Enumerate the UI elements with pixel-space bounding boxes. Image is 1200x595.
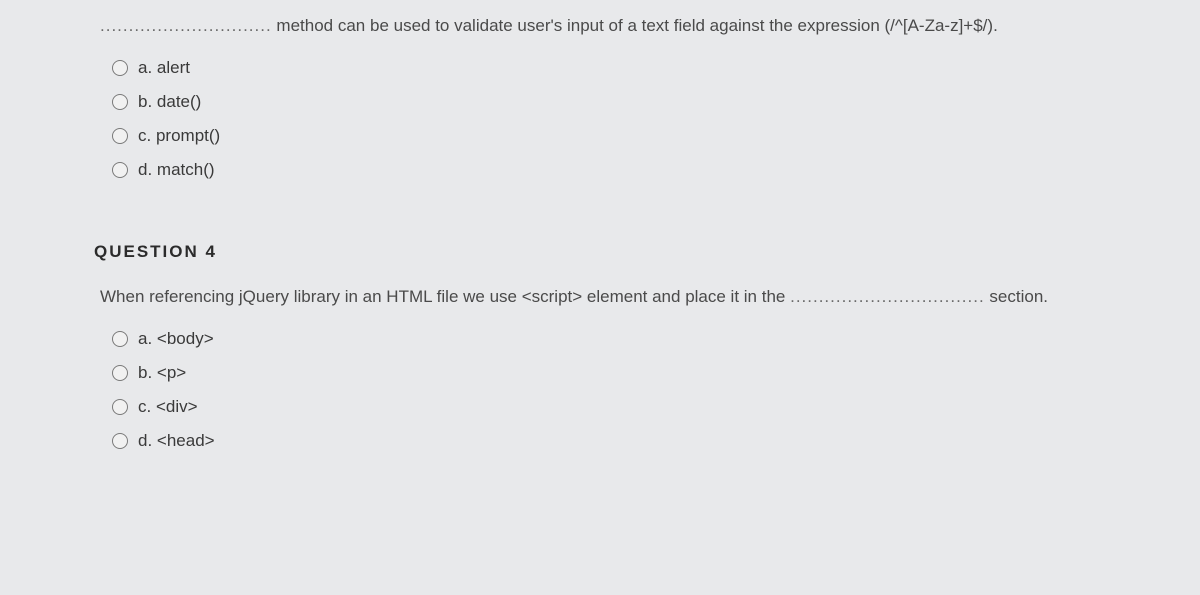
- option-label: b. <p>: [138, 363, 186, 383]
- question-4-options: a. <body> b. <p> c. <div> d. <head>: [112, 329, 1140, 451]
- option-label: a. <body>: [138, 329, 214, 349]
- question-4-prompt: When referencing jQuery library in an HT…: [100, 284, 1140, 310]
- option-label: c. prompt(): [138, 126, 220, 146]
- radio-icon: [112, 162, 128, 178]
- radio-icon: [112, 331, 128, 347]
- prompt-text: method can be used to validate user's in…: [272, 16, 998, 35]
- option-d[interactable]: d. match(): [112, 160, 1140, 180]
- option-a[interactable]: a. alert: [112, 58, 1140, 78]
- option-label: d. match(): [138, 160, 215, 180]
- blank-dots: ..............................: [100, 16, 272, 35]
- option-a[interactable]: a. <body>: [112, 329, 1140, 349]
- question-4-heading: QUESTION 4: [94, 242, 1140, 262]
- question-3-options: a. alert b. date() c. prompt() d. match(…: [112, 58, 1140, 180]
- option-c[interactable]: c. prompt(): [112, 126, 1140, 146]
- prompt-text: When referencing jQuery library in an HT…: [100, 287, 790, 306]
- option-label: a. alert: [138, 58, 190, 78]
- radio-icon: [112, 60, 128, 76]
- option-label: d. <head>: [138, 431, 215, 451]
- option-b[interactable]: b. date(): [112, 92, 1140, 112]
- radio-icon: [112, 365, 128, 381]
- radio-icon: [112, 128, 128, 144]
- option-label: b. date(): [138, 92, 201, 112]
- blank-dots: ..................................: [790, 287, 985, 306]
- question-3-prompt: .............................. method ca…: [100, 14, 1140, 38]
- option-label: c. <div>: [138, 397, 198, 417]
- option-b[interactable]: b. <p>: [112, 363, 1140, 383]
- radio-icon: [112, 433, 128, 449]
- option-c[interactable]: c. <div>: [112, 397, 1140, 417]
- option-d[interactable]: d. <head>: [112, 431, 1140, 451]
- radio-icon: [112, 399, 128, 415]
- radio-icon: [112, 94, 128, 110]
- prompt-tail: section.: [985, 287, 1048, 306]
